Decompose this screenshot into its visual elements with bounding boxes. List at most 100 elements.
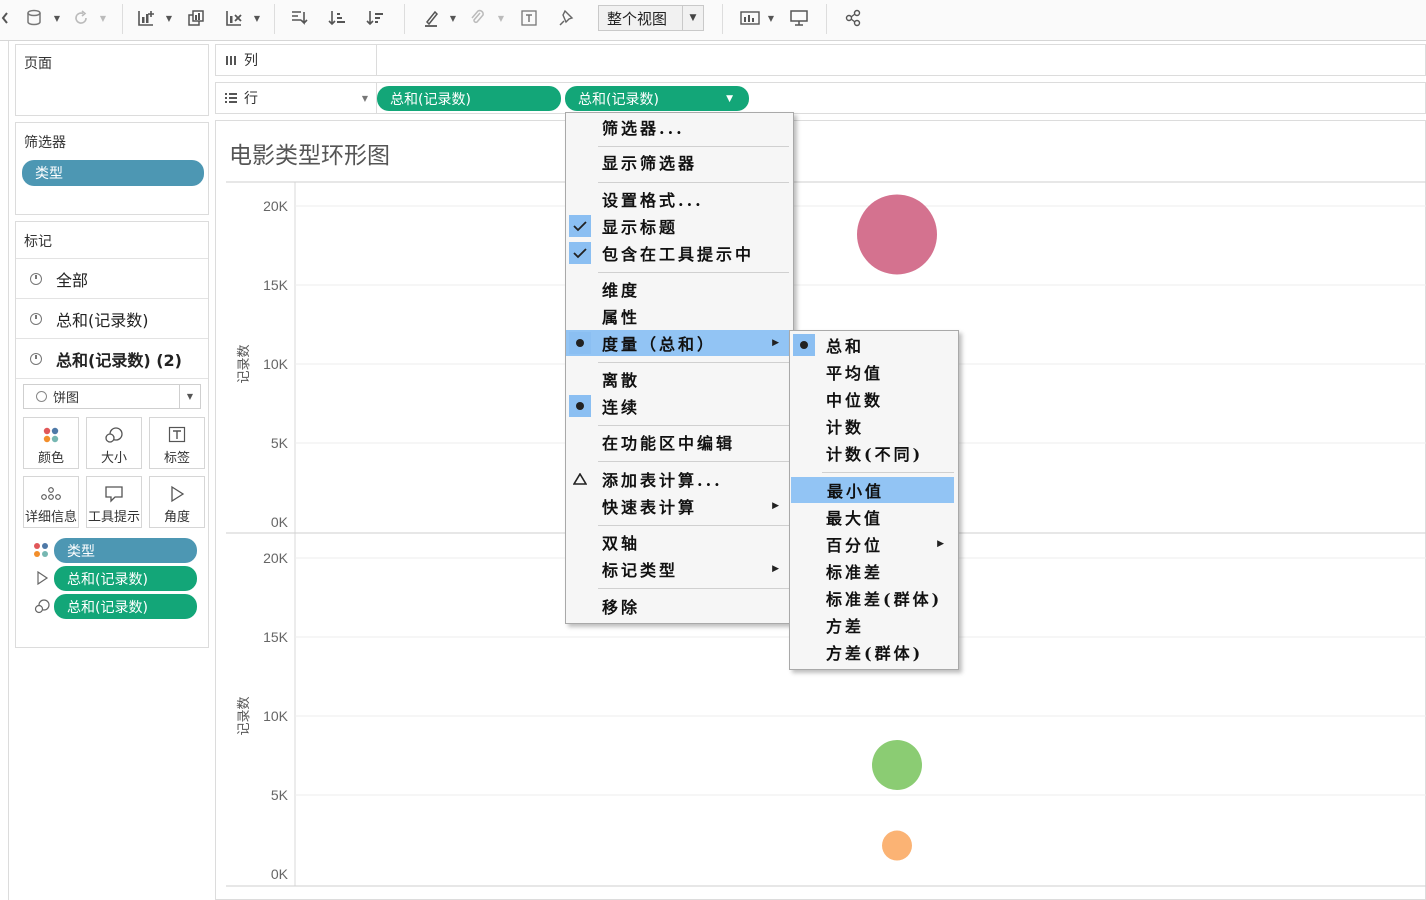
columns-shelf[interactable]: 列 (215, 44, 1426, 76)
filter-pill-type[interactable]: 类型 (22, 160, 204, 186)
tooltip-button[interactable]: 工具提示 (86, 476, 142, 528)
menu-item[interactable]: 计数 (790, 413, 958, 439)
pie-mark-icon (30, 312, 42, 325)
row-pill-sum-2[interactable]: 总和(记录数) ▼ (565, 86, 749, 111)
menu-item[interactable]: 最大值 (790, 504, 958, 530)
show-me-icon[interactable] (738, 6, 762, 30)
refresh-icon[interactable] (70, 6, 92, 30)
menu-separator (598, 461, 789, 462)
mark-type-select[interactable]: 饼图 ▼ (23, 384, 201, 409)
sort-asc-icon[interactable] (326, 6, 348, 30)
color-dots-icon (34, 543, 48, 557)
back-icon[interactable] (0, 6, 10, 30)
menu-separator (598, 272, 789, 273)
marks-card-sum-records[interactable]: 总和(记录数) (16, 298, 208, 338)
menu-item-label: 百分位 (826, 536, 884, 555)
toolbar-divider (722, 4, 723, 34)
menu-item[interactable]: 标记类型 ▶ (566, 556, 793, 582)
highlight-dropdown-icon[interactable]: ▼ (448, 6, 458, 30)
menu-item[interactable]: 计数(不同) (790, 440, 958, 466)
menu-item[interactable]: 筛选器... (566, 114, 793, 140)
pages-pane[interactable]: 页面 (15, 44, 209, 116)
menu-item[interactable]: 平均值 (790, 359, 958, 385)
share-icon[interactable] (842, 6, 864, 30)
menu-item-label: 平均值 (826, 364, 884, 383)
clear-icon[interactable] (222, 6, 246, 30)
menu-item[interactable]: 最小值 (791, 477, 954, 503)
new-worksheet-dropdown-icon[interactable]: ▼ (164, 6, 174, 30)
marks-pane[interactable]: 标记 全部 总和(记录数) 总和(记录数) (2) 饼图 ▼ 颜色 大小 标签 … (15, 221, 209, 648)
menu-item[interactable]: 方差 (790, 612, 958, 638)
marks-pill-sum-size[interactable]: 总和(记录数) (54, 594, 197, 619)
menu-item[interactable]: 标准差(群体) (790, 585, 958, 611)
highlight-icon[interactable] (420, 6, 442, 30)
menu-item[interactable]: 双轴 (566, 529, 793, 555)
chevron-down-icon[interactable]: ▼ (682, 6, 703, 30)
new-worksheet-icon[interactable] (134, 6, 158, 30)
menu-item-label: 包含在工具提示中 (602, 245, 755, 264)
menu-item[interactable]: 移除 (566, 593, 793, 619)
chevron-down-icon[interactable]: ▼ (362, 94, 368, 103)
menu-item[interactable]: 度量（总和） ▶ (566, 330, 793, 356)
datasource-dropdown-icon[interactable]: ▼ (52, 6, 62, 30)
menu-item[interactable]: 设置格式... (566, 186, 793, 212)
menu-item[interactable]: 维度 (566, 276, 793, 302)
chevron-down-icon[interactable]: ▼ (726, 94, 733, 104)
submenu-arrow-icon: ▶ (937, 539, 944, 549)
pie-mark (872, 739, 922, 790)
menu-item-label: 标准差 (826, 563, 884, 582)
clear-dropdown-icon[interactable]: ▼ (252, 6, 262, 30)
aggregation-submenu[interactable]: 总和平均值中位数 计数 计数(不同) 最小值最大值百分位 ▶ 标准差标准差(群体) 方差 方差… (789, 330, 959, 670)
toolbar-divider (404, 4, 405, 34)
menu-item[interactable]: 显示筛选器 (566, 149, 793, 175)
filters-pane[interactable]: 筛选器 类型 (15, 122, 209, 215)
swap-icon[interactable] (288, 6, 310, 30)
menu-item[interactable]: 中位数 (790, 386, 958, 412)
pill-context-menu[interactable]: 筛选器... 显示筛选器设置格式... 显示标题包含在工具提示中维度属性度量（总和）… (565, 112, 794, 624)
menu-item[interactable]: 百分位 ▶ (790, 531, 958, 557)
menu-item[interactable]: 标准差 (790, 558, 958, 584)
menu-item[interactable]: 快速表计算 ▶ (566, 493, 793, 519)
show-me-dropdown-icon[interactable]: ▼ (766, 6, 776, 30)
menu-item[interactable]: 属性 (566, 303, 793, 329)
sort-desc-icon[interactable] (364, 6, 386, 30)
color-button[interactable]: 颜色 (23, 417, 79, 469)
menu-item-label: 属性 (602, 308, 641, 327)
menu-item[interactable]: 连续 (566, 393, 793, 419)
menu-item[interactable]: 添加表计算... (566, 466, 793, 492)
group-icon[interactable] (466, 6, 488, 30)
datasource-icon[interactable] (24, 6, 46, 30)
detail-button[interactable]: 详细信息 (23, 476, 79, 528)
marks-card-sum-records-2[interactable]: 总和(记录数) (2) (16, 338, 208, 378)
menu-item[interactable]: 方差(群体) (790, 639, 958, 665)
angle-button[interactable]: 角度 (149, 476, 205, 528)
columns-icon (226, 56, 236, 65)
menu-item-label: 最大值 (826, 509, 884, 528)
refresh-dropdown-icon[interactable]: ▼ (98, 6, 108, 30)
marks-card-all[interactable]: 全部 (16, 258, 208, 298)
columns-shelf-header: 列 (216, 45, 377, 75)
duplicate-icon[interactable] (184, 6, 208, 30)
y-axis-label: 记录数 (236, 696, 251, 735)
size-button[interactable]: 大小 (86, 417, 142, 469)
angle-icon (171, 485, 185, 503)
marks-pill-type[interactable]: 类型 (54, 538, 197, 563)
chevron-down-icon[interactable]: ▼ (179, 385, 200, 408)
row-pill-sum-1[interactable]: 总和(记录数) (377, 86, 561, 111)
label-icon[interactable] (518, 6, 540, 30)
menu-item[interactable]: 总和 (790, 332, 958, 358)
marks-pill-sum-angle[interactable]: 总和(记录数) (54, 566, 197, 591)
menu-item-label: 筛选器... (602, 119, 685, 138)
fit-view-select[interactable]: 整个视图 ▼ (598, 5, 704, 31)
label-button[interactable]: 标签 (149, 417, 205, 469)
chart-title: 电影类型环形图 (229, 143, 390, 169)
pin-icon[interactable] (556, 6, 578, 30)
menu-item[interactable]: 离散 (566, 366, 793, 392)
detail-dots-icon (41, 487, 61, 500)
menu-item[interactable]: 包含在工具提示中 (566, 240, 793, 266)
presentation-icon[interactable] (788, 6, 810, 30)
menu-item[interactable]: 显示标题 (566, 213, 793, 239)
menu-item[interactable]: 在功能区中编辑 (566, 429, 793, 455)
group-dropdown-icon[interactable]: ▼ (496, 6, 506, 30)
pie-mark-icon (30, 272, 42, 285)
